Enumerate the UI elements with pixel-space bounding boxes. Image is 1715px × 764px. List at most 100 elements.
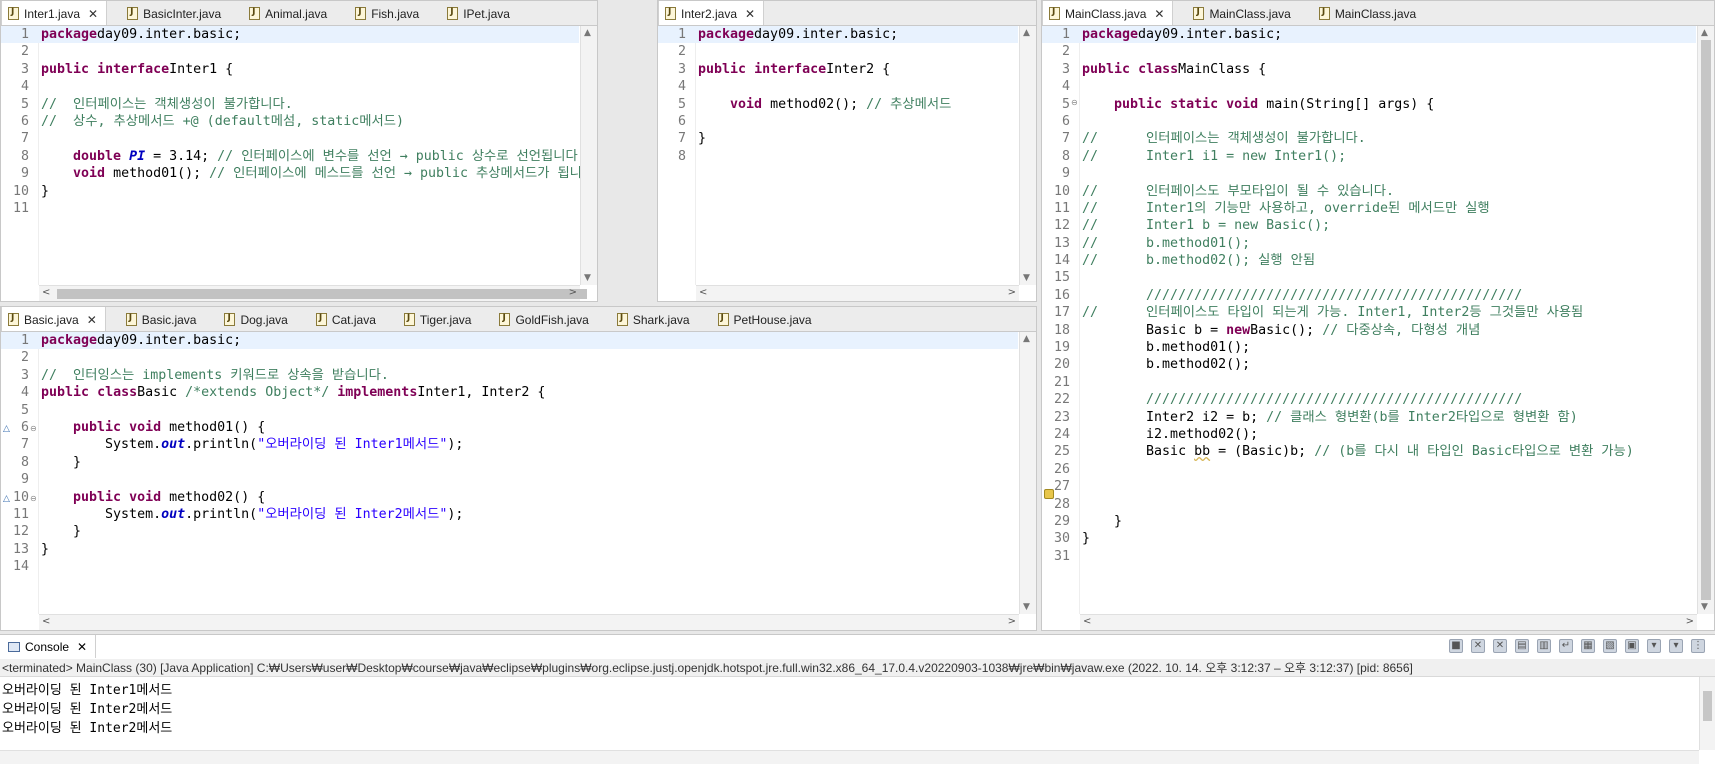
code-line[interactable]: 3 public interfaceInter2 { — [658, 61, 1018, 78]
code-line[interactable]: 28 — [1042, 496, 1696, 513]
scroll-left-icon[interactable]: < — [42, 616, 50, 627]
code-line[interactable]: 4 — [658, 78, 1018, 95]
scroll-right-icon[interactable]: > — [1008, 287, 1016, 298]
code-line[interactable]: 1 packageday09.inter.basic; — [1042, 26, 1696, 44]
code-line[interactable]: 3 // 인터잉스는 implements 키워드로 상속을 받습니다. — [1, 367, 1018, 384]
code-line[interactable]: 5 // 인터페이스는 객체생성이 불가합니다. — [1, 96, 579, 113]
view-menu-icon[interactable]: ⋮ — [1691, 639, 1705, 653]
close-icon[interactable]: ✕ — [77, 640, 87, 654]
scroll-left-icon[interactable]: < — [699, 287, 707, 298]
code-line[interactable]: 15 — [1042, 269, 1696, 286]
scroll-thumb[interactable] — [57, 289, 587, 299]
editor-tab[interactable]: Animal.java — [243, 1, 335, 25]
scroll-left-icon[interactable]: < — [42, 287, 50, 298]
code-line[interactable]: 18 Basic b = newBasic(); // 다중상속, 다형성 개념 — [1042, 322, 1696, 339]
scroll-lock-icon[interactable]: ▥ — [1537, 639, 1551, 653]
editor-tab[interactable]: Basic.java — [120, 307, 205, 331]
code-line[interactable]: 1 packageday09.inter.basic; — [1, 26, 579, 44]
editor-tab[interactable]: Inter1.java ✕ — [1, 1, 108, 25]
scroll-up-icon[interactable]: ▲ — [1701, 28, 1708, 38]
scroll-down-icon[interactable]: ▼ — [1023, 602, 1030, 612]
code-line[interactable]: 4 public classBasic /*extends Object*/ im… — [1, 384, 1018, 401]
vertical-scrollbar[interactable]: ▲ ▼ — [1697, 26, 1714, 614]
code-line[interactable]: 11 // Inter1의 기능만 사용하고, override된 메서드만 실행 — [1042, 200, 1696, 217]
code-line[interactable]: 6 // 상수, 추상메서드 +@ (default메섬, static메서드) — [1, 113, 579, 130]
console-tab[interactable]: Console ✕ — [0, 635, 97, 658]
close-icon[interactable]: ✕ — [87, 313, 97, 327]
code-line[interactable]: 24 i2.method02(); — [1042, 426, 1696, 443]
close-icon[interactable]: ✕ — [88, 7, 98, 21]
code-line[interactable]: 7} — [658, 130, 1018, 147]
scroll-down-icon[interactable]: ▼ — [584, 273, 591, 283]
horizontal-scrollbar[interactable]: < > — [39, 614, 1019, 630]
code-line[interactable]: 4 — [1042, 78, 1696, 95]
close-icon[interactable]: ✕ — [745, 7, 755, 21]
code-area[interactable]: 1 packageday09.inter.basic; 2 3 public inter… — [658, 26, 1018, 285]
code-line[interactable]: 9 void method01(); // 인터페이스에 메스드를 선언 → p… — [1, 165, 594, 182]
code-line[interactable]: 5 void method02(); // 추상메서드 — [658, 96, 1018, 113]
scroll-up-icon[interactable]: ▲ — [584, 28, 591, 38]
editor-tab[interactable]: BasicInter.java — [121, 1, 229, 25]
code-line[interactable]: 6 — [1042, 113, 1696, 130]
code-line[interactable]: 8 } — [1, 454, 1018, 471]
scroll-down-icon[interactable]: ▼ — [1023, 273, 1030, 283]
pin-console-icon[interactable]: ▣ — [1625, 639, 1639, 653]
code-line[interactable]: 31 — [1042, 548, 1696, 565]
code-line[interactable]: 26 — [1042, 461, 1696, 478]
editor-tab[interactable]: MainClass.java ✕ — [1042, 1, 1174, 25]
editor-tab[interactable]: Shark.java — [611, 307, 698, 331]
editor-tab[interactable]: GoldFish.java — [493, 307, 596, 331]
scroll-down-icon[interactable]: ▼ — [1701, 602, 1708, 612]
show-on-error-icon[interactable]: ▧ — [1603, 639, 1617, 653]
editor-tab[interactable]: Dog.java — [218, 307, 295, 331]
vertical-scrollbar[interactable]: ▲ ▼ — [580, 26, 597, 285]
code-line[interactable]: 12 // Inter1 b = new Basic(); — [1042, 217, 1696, 234]
code-line[interactable]: 5 — [1, 402, 1018, 419]
code-line[interactable]: 10} — [1, 183, 579, 200]
editor-tab[interactable]: Basic.java ✕ — [1, 307, 106, 331]
code-line[interactable]: 20 b.method02(); — [1042, 356, 1696, 373]
code-line[interactable]: 17 // 인터페이스도 타입이 되는게 가능. Inter1, Inter2등 … — [1042, 304, 1696, 321]
code-line[interactable]: 8 // Inter1 i1 = new Inter1(); — [1042, 148, 1696, 165]
console-output[interactable]: 오버라이딩 된 Inter1메서드 오버라이딩 된 Inter2메서드 오버라이딩 … — [2, 681, 172, 738]
code-line[interactable]: 5 public static void main(String[] args)… — [1042, 96, 1696, 113]
vertical-scrollbar[interactable]: ▲ ▼ — [1019, 26, 1036, 285]
code-line[interactable]: 14 // b.method02(); 실행 안됨 — [1042, 252, 1696, 269]
scroll-right-icon[interactable]: > — [569, 287, 577, 298]
word-wrap-icon[interactable]: ↵ — [1559, 639, 1573, 653]
editor-tab[interactable]: Fish.java — [349, 1, 427, 25]
code-line[interactable]: 6 — [658, 113, 1018, 130]
code-area[interactable]: 1 packageday09.inter.basic; 2 3 // 인터잉스는 imp… — [1, 332, 1018, 614]
scroll-left-icon[interactable]: < — [1083, 616, 1091, 627]
scroll-thumb[interactable] — [1703, 691, 1712, 721]
code-line[interactable]: 21 — [1042, 374, 1696, 391]
code-line[interactable]: 2 — [1042, 43, 1696, 60]
code-line[interactable]: 13} — [1, 541, 1018, 558]
code-area[interactable]: 1 packageday09.inter.basic; 2 3 public inter… — [1, 26, 594, 285]
editor-tab[interactable]: MainClass.java — [1313, 1, 1424, 25]
horizontal-scrollbar[interactable]: < > — [39, 285, 587, 301]
code-line[interactable]: 8 double PI = 3.14; // 인터페이스에 변수를 선언 → p… — [1, 148, 586, 165]
stop-icon[interactable]: ■ — [1449, 639, 1463, 653]
editor-tab[interactable]: Cat.java — [310, 307, 384, 331]
horizontal-scrollbar[interactable]: < > — [1080, 614, 1697, 630]
scroll-right-icon[interactable]: > — [1008, 616, 1016, 627]
code-line[interactable]: 12 } — [1, 523, 1018, 540]
code-editor[interactable]: 1 packageday09.inter.basic; 2 3 public inter… — [1, 26, 597, 285]
code-line[interactable]: 23 Inter2 i2 = b; // 클래스 형변환(b를 Inter2타입… — [1042, 409, 1696, 426]
code-line[interactable]: 4 — [1, 78, 579, 95]
code-line[interactable]: 27 — [1042, 478, 1696, 495]
code-line[interactable]: 9 — [1, 471, 1018, 488]
code-line[interactable]: 9 — [1042, 165, 1696, 182]
code-line[interactable]: 30} — [1042, 530, 1696, 547]
editor-tab[interactable]: Inter2.java ✕ — [658, 1, 765, 25]
clear-console-icon[interactable]: ▤ — [1515, 639, 1529, 653]
code-line[interactable]: 16 /////////////////////////////////////… — [1042, 287, 1696, 304]
code-line[interactable]: 1 packageday09.inter.basic; — [1, 332, 1018, 350]
code-line[interactable]: 13 // b.method01(); — [1042, 235, 1696, 252]
editor-tab[interactable]: PetHouse.java — [712, 307, 820, 331]
remove-launch-icon[interactable]: ✕ — [1471, 639, 1485, 653]
code-line[interactable]: 7 — [1, 130, 579, 147]
code-line[interactable]: 11 System.out.println("오버라이딩 된 Inter2메서드… — [1, 506, 1018, 523]
code-line[interactable]: 19 b.method01(); — [1042, 339, 1696, 356]
